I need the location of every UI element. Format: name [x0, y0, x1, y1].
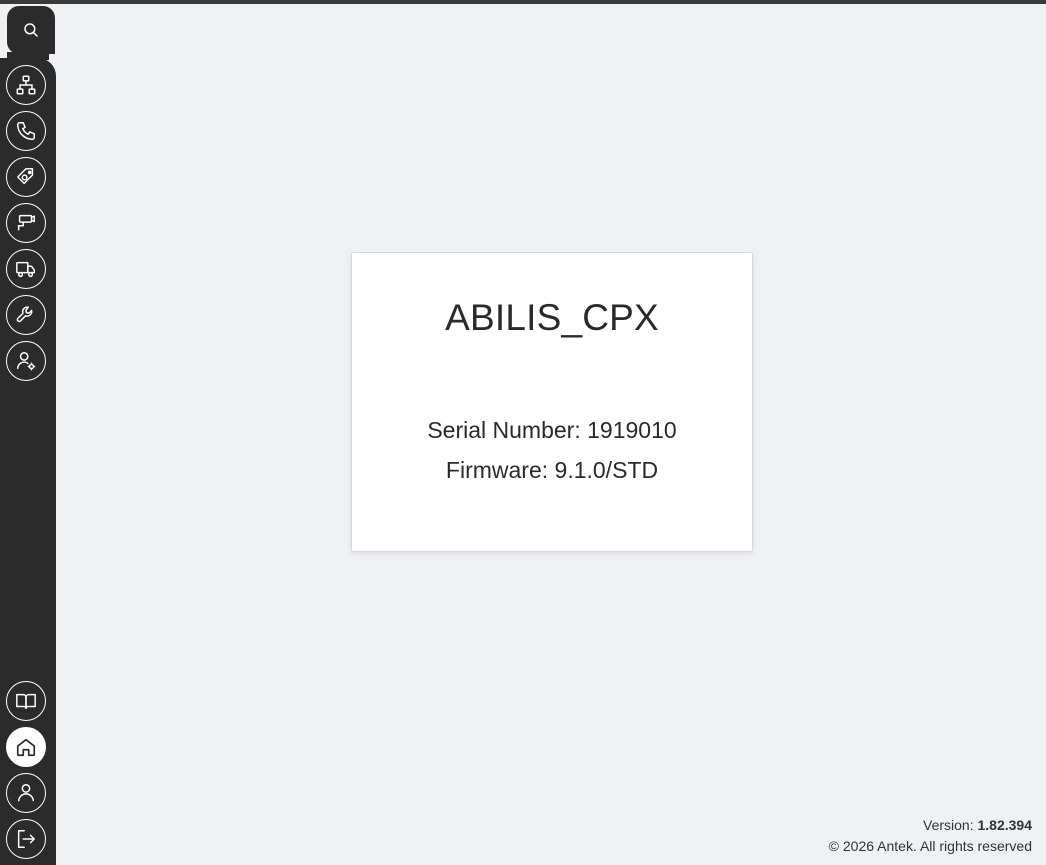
settings-tag-icon: [17, 168, 34, 185]
phone-icon: [17, 122, 35, 140]
firmware-value: 9.1.0/STD: [554, 457, 659, 483]
sidebar-item-profile[interactable]: [6, 773, 46, 813]
version-label: Version:: [923, 817, 974, 833]
user-icon: [17, 784, 35, 802]
version-info: Version: 1.82.394: [923, 817, 1032, 833]
sidebar-item-camera[interactable]: [6, 203, 46, 243]
sidebar-item-manual[interactable]: [6, 681, 46, 721]
sidebar-item-network[interactable]: [6, 65, 46, 105]
book-icon: [16, 693, 36, 710]
serial-number-label: Serial Number:: [427, 417, 581, 443]
truck-icon: [16, 261, 35, 278]
device-name: ABILIS_CPX: [445, 297, 659, 338]
home-icon: [16, 738, 36, 757]
sidebar-item-tools-config[interactable]: [6, 157, 46, 197]
search-button[interactable]: [7, 6, 55, 54]
firmware-row: Firmware: 9.1.0/STD: [352, 457, 752, 484]
sidebar-item-delivery[interactable]: [6, 249, 46, 289]
sidebar-item-home[interactable]: [6, 727, 46, 767]
network-icon: [16, 75, 36, 95]
sidebar-item-user-settings[interactable]: [6, 341, 46, 381]
top-bar: [0, 0, 1046, 4]
sidebar-item-phone[interactable]: [6, 111, 46, 151]
serial-number-value: 1919010: [587, 417, 677, 443]
sidebar-item-logout[interactable]: [6, 819, 46, 859]
serial-number-row: Serial Number: 1919010: [352, 417, 752, 444]
copyright: © 2026 Antek. All rights reserved: [828, 838, 1032, 854]
sidebar-item-maintenance[interactable]: [6, 295, 46, 335]
security-camera-icon: [17, 214, 35, 231]
version-value: 1.82.394: [977, 817, 1033, 833]
search-icon: [24, 23, 38, 37]
firmware-label: Firmware:: [445, 457, 549, 483]
wrench-icon: [16, 306, 33, 323]
user-gear-icon: [17, 352, 36, 371]
logout-icon: [17, 830, 35, 848]
device-info-card: ABILIS_CPX Serial Number: 1919010 Firmwa…: [351, 252, 753, 552]
